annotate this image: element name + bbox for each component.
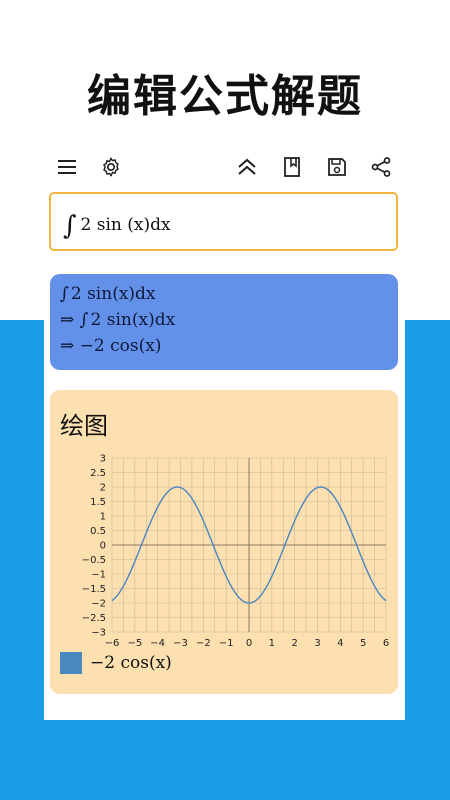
y-tick-label: 1	[100, 512, 106, 523]
bookmark-icon[interactable]	[279, 154, 305, 180]
solution-step: ⇒ ∫ 2 sin(x)dx	[60, 310, 176, 330]
integral-sign: ∫	[63, 211, 77, 241]
formula-input-text: ∫ 2 sin (x)dx	[63, 207, 171, 241]
y-tick-label: −2	[91, 599, 106, 610]
solution-step: ⇒ −2 cos(x)	[60, 336, 162, 356]
x-tick-label: 3	[314, 638, 320, 649]
x-tick-label: 6	[383, 638, 389, 649]
y-tick-label: 2	[100, 483, 106, 494]
toolbar	[44, 145, 405, 189]
x-tick-label: 1	[269, 638, 275, 649]
y-tick-label: −1	[91, 570, 106, 581]
function-plot[interactable]: −6 −5 −4 −3 −2 −1 0 1 2 3 4 5 6 3 2.5 2 1.5 1 0.5 0 −0.5 −1 −1…	[50, 450, 398, 650]
x-tick-label: 0	[246, 638, 252, 649]
promo-headline: 编辑公式解题	[87, 71, 363, 122]
app-screen: ∫ 2 sin (x)dx ∫ 2 sin(x)dx ⇒ ∫ 2 sin(x)dx ⇒…	[44, 145, 405, 720]
y-tick-label: −1.5	[82, 584, 106, 595]
gear-icon[interactable]	[98, 154, 124, 180]
formula-input[interactable]: ∫ 2 sin (x)dx	[49, 192, 398, 251]
x-tick-label: 5	[360, 638, 366, 649]
y-tick-label: 3	[100, 454, 106, 465]
y-tick-label: 1.5	[90, 497, 106, 508]
y-tick-label: 2.5	[90, 468, 106, 479]
solution-steps: ∫ 2 sin(x)dx ⇒ ∫ 2 sin(x)dx ⇒ −2 cos(x)	[50, 274, 398, 370]
y-tick-label: −2.5	[82, 613, 106, 624]
y-tick-label: −3	[91, 628, 106, 639]
save-icon[interactable]	[324, 154, 350, 180]
share-icon[interactable]	[368, 154, 394, 180]
x-tick-label: −1	[219, 638, 234, 649]
x-tick-label: 4	[337, 638, 343, 649]
x-tick-label: −2	[196, 638, 211, 649]
y-tick-label: 0	[100, 541, 106, 552]
plot-card: 绘图 −6 −5 −4 −3 −2 −1 0 1 2 3 4 5 6 3 2.5 2 1.5 1 0.5 0 −0.5−…	[50, 390, 398, 694]
y-tick-label: −0.5	[82, 555, 106, 566]
double-chevron-up-icon[interactable]	[234, 154, 260, 180]
x-tick-label: −6	[105, 638, 120, 649]
x-tick-label: −5	[127, 638, 142, 649]
x-tick-label: −4	[150, 638, 165, 649]
y-tick-label: 0.5	[90, 526, 106, 537]
solution-step: ∫ 2 sin(x)dx	[60, 284, 156, 304]
input-expression: 2 sin (x)dx	[80, 215, 171, 235]
plot-legend: −2 cos(x)	[60, 652, 172, 674]
x-tick-label: −3	[173, 638, 188, 649]
legend-swatch	[60, 652, 82, 674]
plot-title: 绘图	[60, 412, 108, 440]
legend-label: −2 cos(x)	[90, 653, 172, 673]
menu-icon[interactable]	[54, 154, 80, 180]
x-tick-label: 2	[291, 638, 297, 649]
